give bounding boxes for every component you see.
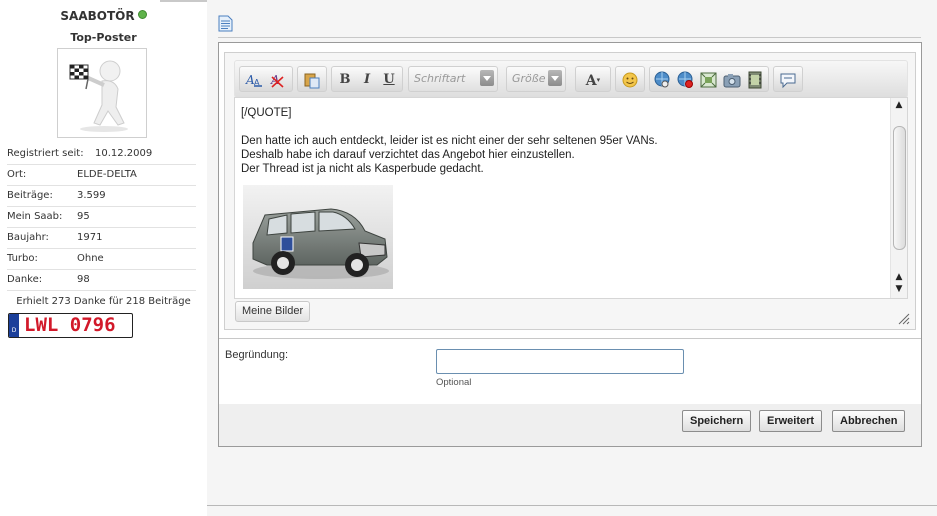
reason-label: Begründung: xyxy=(225,349,288,361)
quote-end-tag: [/QUOTE] xyxy=(241,107,292,119)
cancel-button[interactable]: Abbrechen xyxy=(832,410,906,432)
toolbar-group-paste xyxy=(297,66,327,92)
unlink-icon[interactable] xyxy=(676,71,696,89)
toolbar-group-style: B I U xyxy=(331,66,403,92)
avatar-figure-icon xyxy=(69,60,128,132)
user-title: Top-Poster xyxy=(70,31,137,44)
svg-text:A: A xyxy=(254,78,260,87)
car-image[interactable] xyxy=(243,185,393,289)
scroll-thumb[interactable] xyxy=(893,126,906,250)
link-icon[interactable] xyxy=(653,71,673,89)
editor-text[interactable]: [/QUOTE] Den hatte ich auch entdeckt, le… xyxy=(241,98,881,176)
stat-turbo: Turbo: Ohne xyxy=(7,248,196,270)
document-icon[interactable] xyxy=(218,15,233,32)
online-status-icon xyxy=(137,10,147,19)
resize-handle-icon[interactable] xyxy=(898,313,910,325)
user-info-panel: SAABOTÖR Top-Poster Registriert seit: 10.… xyxy=(0,0,405,516)
saab-95-car-icon xyxy=(243,185,393,289)
toolbar-group-insert xyxy=(649,66,769,92)
stat-posts: Beiträge: 3.599 xyxy=(7,185,196,207)
paste-icon[interactable] xyxy=(302,71,322,89)
thanks-summary: Erhielt 273 Danke für 218 Beiträge xyxy=(16,296,191,307)
underline-icon[interactable]: U xyxy=(379,71,399,89)
license-plate: D LWL 0796 xyxy=(8,313,133,338)
reason-hint: Optional xyxy=(436,377,472,388)
scroll-down-icon[interactable]: ▼ xyxy=(894,284,904,294)
font-color-icon[interactable]: AA xyxy=(244,71,264,89)
stat-year: Baujahr: 1971 xyxy=(7,227,196,249)
chevron-down-icon xyxy=(480,70,494,86)
editor-toolbar: AA A B I U Schriftart Größe xyxy=(234,60,908,98)
paragraph-1: Den hatte ich auch entdeckt, leider ist … xyxy=(241,135,658,147)
text-color-icon[interactable]: A▾ xyxy=(580,71,606,89)
italic-icon[interactable]: I xyxy=(357,71,377,89)
save-button[interactable]: Speichern xyxy=(682,410,752,432)
my-images-button[interactable]: Meine Bilder xyxy=(235,301,311,322)
edit-form: AA A B I U Schriftart Größe xyxy=(218,42,922,447)
username[interactable]: SAABOTÖR xyxy=(0,9,207,23)
quote-icon[interactable] xyxy=(778,71,798,89)
paragraph-3: Der Thread ist ja nicht als Kasperbude g… xyxy=(241,163,484,175)
stat-location: Ort: ELDE-DELTA xyxy=(7,164,196,186)
paragraph-2: Deshalb habe ich darauf verzichtet das A… xyxy=(241,149,575,161)
divider xyxy=(219,338,921,339)
editor-content[interactable]: [/QUOTE] Den hatte ich auch entdeckt, le… xyxy=(234,97,908,299)
license-plate-text: LWL 0796 xyxy=(24,314,116,336)
stat-thanks: Danke: 98 xyxy=(7,269,196,291)
form-actions: Speichern Erweitert Abbrechen xyxy=(219,404,921,446)
toolbar-group-format: AA A xyxy=(239,66,293,92)
stat-registered: Registriert seit: 10.12.2009 xyxy=(7,143,196,165)
clipped-quote-line xyxy=(241,98,881,106)
remove-format-icon[interactable]: A xyxy=(268,71,288,89)
smiley-icon[interactable] xyxy=(620,71,640,89)
stat-my-saab: Mein Saab: 95 xyxy=(7,206,196,228)
advanced-button[interactable]: Erweitert xyxy=(759,410,823,432)
avatar[interactable] xyxy=(57,48,147,138)
reason-input[interactable] xyxy=(436,349,684,374)
font-size-select[interactable]: Größe xyxy=(506,66,566,92)
wysiwyg-editor: AA A B I U Schriftart Größe xyxy=(224,52,916,330)
font-family-select[interactable]: Schriftart xyxy=(408,66,498,92)
video-icon[interactable] xyxy=(745,71,765,89)
bold-icon[interactable]: B xyxy=(335,71,355,89)
image-icon[interactable] xyxy=(699,71,719,89)
editor-scrollbar[interactable]: ▲ ▲ ▼ xyxy=(890,98,907,298)
chevron-down-icon xyxy=(548,70,562,86)
scroll-up-icon[interactable]: ▲ xyxy=(894,100,904,110)
toolbar-group-quote xyxy=(773,66,803,92)
eu-band-icon: D xyxy=(9,314,19,337)
toolbar-group-color: A▾ xyxy=(575,66,611,92)
toolbar-group-smiley xyxy=(615,66,645,92)
divider xyxy=(218,37,921,38)
scroll-up-icon[interactable]: ▲ xyxy=(894,272,904,282)
photo-icon[interactable] xyxy=(722,71,742,89)
divider xyxy=(207,505,937,506)
